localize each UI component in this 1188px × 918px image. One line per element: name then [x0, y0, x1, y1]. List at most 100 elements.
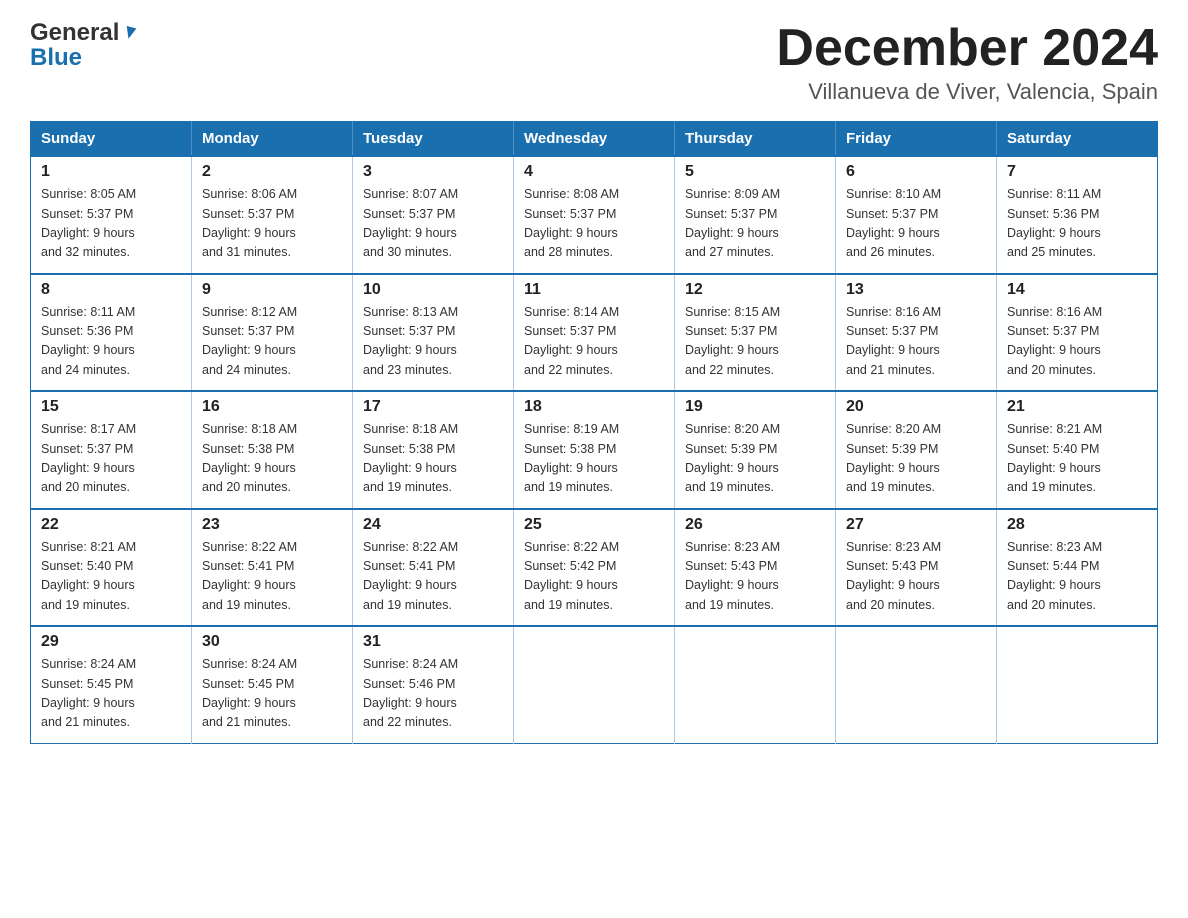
- calendar-cell: 30 Sunrise: 8:24 AM Sunset: 5:45 PM Dayl…: [192, 626, 353, 743]
- day-number: 16: [202, 398, 342, 416]
- calendar-cell: 31 Sunrise: 8:24 AM Sunset: 5:46 PM Dayl…: [353, 626, 514, 743]
- day-info: Sunrise: 8:09 AM Sunset: 5:37 PM Dayligh…: [685, 185, 825, 263]
- day-info: Sunrise: 8:06 AM Sunset: 5:37 PM Dayligh…: [202, 185, 342, 263]
- day-info: Sunrise: 8:08 AM Sunset: 5:37 PM Dayligh…: [524, 185, 664, 263]
- logo-general-text: General: [30, 20, 119, 46]
- day-number: 9: [202, 281, 342, 299]
- calendar-day-header: Sunday: [31, 122, 192, 157]
- day-number: 13: [846, 281, 986, 299]
- day-info: Sunrise: 8:13 AM Sunset: 5:37 PM Dayligh…: [363, 303, 503, 381]
- day-number: 22: [41, 516, 181, 534]
- day-number: 12: [685, 281, 825, 299]
- calendar-cell: 28 Sunrise: 8:23 AM Sunset: 5:44 PM Dayl…: [997, 509, 1158, 627]
- day-info: Sunrise: 8:12 AM Sunset: 5:37 PM Dayligh…: [202, 303, 342, 381]
- day-number: 30: [202, 633, 342, 651]
- calendar-cell: 21 Sunrise: 8:21 AM Sunset: 5:40 PM Dayl…: [997, 391, 1158, 509]
- day-number: 25: [524, 516, 664, 534]
- calendar-week-row: 8 Sunrise: 8:11 AM Sunset: 5:36 PM Dayli…: [31, 274, 1158, 392]
- day-number: 29: [41, 633, 181, 651]
- day-number: 2: [202, 163, 342, 181]
- calendar-cell: 3 Sunrise: 8:07 AM Sunset: 5:37 PM Dayli…: [353, 156, 514, 274]
- calendar-cell: 23 Sunrise: 8:22 AM Sunset: 5:41 PM Dayl…: [192, 509, 353, 627]
- day-info: Sunrise: 8:24 AM Sunset: 5:45 PM Dayligh…: [41, 655, 181, 733]
- calendar-week-row: 22 Sunrise: 8:21 AM Sunset: 5:40 PM Dayl…: [31, 509, 1158, 627]
- calendar-cell: 2 Sunrise: 8:06 AM Sunset: 5:37 PM Dayli…: [192, 156, 353, 274]
- calendar-cell: 8 Sunrise: 8:11 AM Sunset: 5:36 PM Dayli…: [31, 274, 192, 392]
- day-number: 14: [1007, 281, 1147, 299]
- day-info: Sunrise: 8:17 AM Sunset: 5:37 PM Dayligh…: [41, 420, 181, 498]
- calendar-cell: 24 Sunrise: 8:22 AM Sunset: 5:41 PM Dayl…: [353, 509, 514, 627]
- calendar-cell: 9 Sunrise: 8:12 AM Sunset: 5:37 PM Dayli…: [192, 274, 353, 392]
- day-info: Sunrise: 8:22 AM Sunset: 5:42 PM Dayligh…: [524, 538, 664, 616]
- calendar-cell: 20 Sunrise: 8:20 AM Sunset: 5:39 PM Dayl…: [836, 391, 997, 509]
- calendar-cell: 7 Sunrise: 8:11 AM Sunset: 5:36 PM Dayli…: [997, 156, 1158, 274]
- calendar-table: SundayMondayTuesdayWednesdayThursdayFrid…: [30, 121, 1158, 744]
- day-number: 7: [1007, 163, 1147, 181]
- calendar-cell: 14 Sunrise: 8:16 AM Sunset: 5:37 PM Dayl…: [997, 274, 1158, 392]
- page-subtitle: Villanueva de Viver, Valencia, Spain: [776, 79, 1158, 105]
- day-info: Sunrise: 8:20 AM Sunset: 5:39 PM Dayligh…: [685, 420, 825, 498]
- calendar-cell: 27 Sunrise: 8:23 AM Sunset: 5:43 PM Dayl…: [836, 509, 997, 627]
- calendar-cell: 22 Sunrise: 8:21 AM Sunset: 5:40 PM Dayl…: [31, 509, 192, 627]
- day-number: 21: [1007, 398, 1147, 416]
- calendar-cell: 11 Sunrise: 8:14 AM Sunset: 5:37 PM Dayl…: [514, 274, 675, 392]
- day-number: 28: [1007, 516, 1147, 534]
- day-number: 27: [846, 516, 986, 534]
- calendar-cell: 1 Sunrise: 8:05 AM Sunset: 5:37 PM Dayli…: [31, 156, 192, 274]
- calendar-cell: [836, 626, 997, 743]
- calendar-cell: 15 Sunrise: 8:17 AM Sunset: 5:37 PM Dayl…: [31, 391, 192, 509]
- day-info: Sunrise: 8:23 AM Sunset: 5:43 PM Dayligh…: [846, 538, 986, 616]
- day-number: 4: [524, 163, 664, 181]
- calendar-day-header: Saturday: [997, 122, 1158, 157]
- calendar-cell: 10 Sunrise: 8:13 AM Sunset: 5:37 PM Dayl…: [353, 274, 514, 392]
- calendar-week-row: 1 Sunrise: 8:05 AM Sunset: 5:37 PM Dayli…: [31, 156, 1158, 274]
- day-info: Sunrise: 8:11 AM Sunset: 5:36 PM Dayligh…: [1007, 185, 1147, 263]
- calendar-cell: [997, 626, 1158, 743]
- day-info: Sunrise: 8:16 AM Sunset: 5:37 PM Dayligh…: [846, 303, 986, 381]
- calendar-week-row: 15 Sunrise: 8:17 AM Sunset: 5:37 PM Dayl…: [31, 391, 1158, 509]
- day-info: Sunrise: 8:18 AM Sunset: 5:38 PM Dayligh…: [202, 420, 342, 498]
- day-number: 26: [685, 516, 825, 534]
- day-info: Sunrise: 8:24 AM Sunset: 5:46 PM Dayligh…: [363, 655, 503, 733]
- day-info: Sunrise: 8:16 AM Sunset: 5:37 PM Dayligh…: [1007, 303, 1147, 381]
- day-number: 23: [202, 516, 342, 534]
- day-info: Sunrise: 8:07 AM Sunset: 5:37 PM Dayligh…: [363, 185, 503, 263]
- logo-blue-text: Blue: [30, 44, 82, 72]
- day-info: Sunrise: 8:23 AM Sunset: 5:43 PM Dayligh…: [685, 538, 825, 616]
- day-info: Sunrise: 8:18 AM Sunset: 5:38 PM Dayligh…: [363, 420, 503, 498]
- calendar-day-header: Monday: [192, 122, 353, 157]
- day-number: 3: [363, 163, 503, 181]
- day-number: 15: [41, 398, 181, 416]
- day-number: 31: [363, 633, 503, 651]
- day-info: Sunrise: 8:10 AM Sunset: 5:37 PM Dayligh…: [846, 185, 986, 263]
- day-info: Sunrise: 8:21 AM Sunset: 5:40 PM Dayligh…: [1007, 420, 1147, 498]
- calendar-cell: [514, 626, 675, 743]
- calendar-cell: 26 Sunrise: 8:23 AM Sunset: 5:43 PM Dayl…: [675, 509, 836, 627]
- calendar-cell: 19 Sunrise: 8:20 AM Sunset: 5:39 PM Dayl…: [675, 391, 836, 509]
- calendar-cell: 18 Sunrise: 8:19 AM Sunset: 5:38 PM Dayl…: [514, 391, 675, 509]
- day-info: Sunrise: 8:15 AM Sunset: 5:37 PM Dayligh…: [685, 303, 825, 381]
- calendar-cell: 12 Sunrise: 8:15 AM Sunset: 5:37 PM Dayl…: [675, 274, 836, 392]
- calendar-cell: 13 Sunrise: 8:16 AM Sunset: 5:37 PM Dayl…: [836, 274, 997, 392]
- day-info: Sunrise: 8:14 AM Sunset: 5:37 PM Dayligh…: [524, 303, 664, 381]
- day-number: 24: [363, 516, 503, 534]
- calendar-day-header: Friday: [836, 122, 997, 157]
- calendar-header-row: SundayMondayTuesdayWednesdayThursdayFrid…: [31, 122, 1158, 157]
- day-number: 18: [524, 398, 664, 416]
- calendar-cell: 5 Sunrise: 8:09 AM Sunset: 5:37 PM Dayli…: [675, 156, 836, 274]
- day-number: 10: [363, 281, 503, 299]
- title-block: December 2024 Villanueva de Viver, Valen…: [776, 20, 1158, 105]
- day-number: 8: [41, 281, 181, 299]
- day-info: Sunrise: 8:22 AM Sunset: 5:41 PM Dayligh…: [202, 538, 342, 616]
- day-number: 5: [685, 163, 825, 181]
- day-number: 6: [846, 163, 986, 181]
- day-info: Sunrise: 8:05 AM Sunset: 5:37 PM Dayligh…: [41, 185, 181, 263]
- day-number: 17: [363, 398, 503, 416]
- logo: General Blue: [30, 20, 139, 72]
- day-info: Sunrise: 8:22 AM Sunset: 5:41 PM Dayligh…: [363, 538, 503, 616]
- calendar-week-row: 29 Sunrise: 8:24 AM Sunset: 5:45 PM Dayl…: [31, 626, 1158, 743]
- calendar-cell: 29 Sunrise: 8:24 AM Sunset: 5:45 PM Dayl…: [31, 626, 192, 743]
- day-info: Sunrise: 8:23 AM Sunset: 5:44 PM Dayligh…: [1007, 538, 1147, 616]
- logo-triangle-icon: [121, 25, 139, 43]
- day-info: Sunrise: 8:11 AM Sunset: 5:36 PM Dayligh…: [41, 303, 181, 381]
